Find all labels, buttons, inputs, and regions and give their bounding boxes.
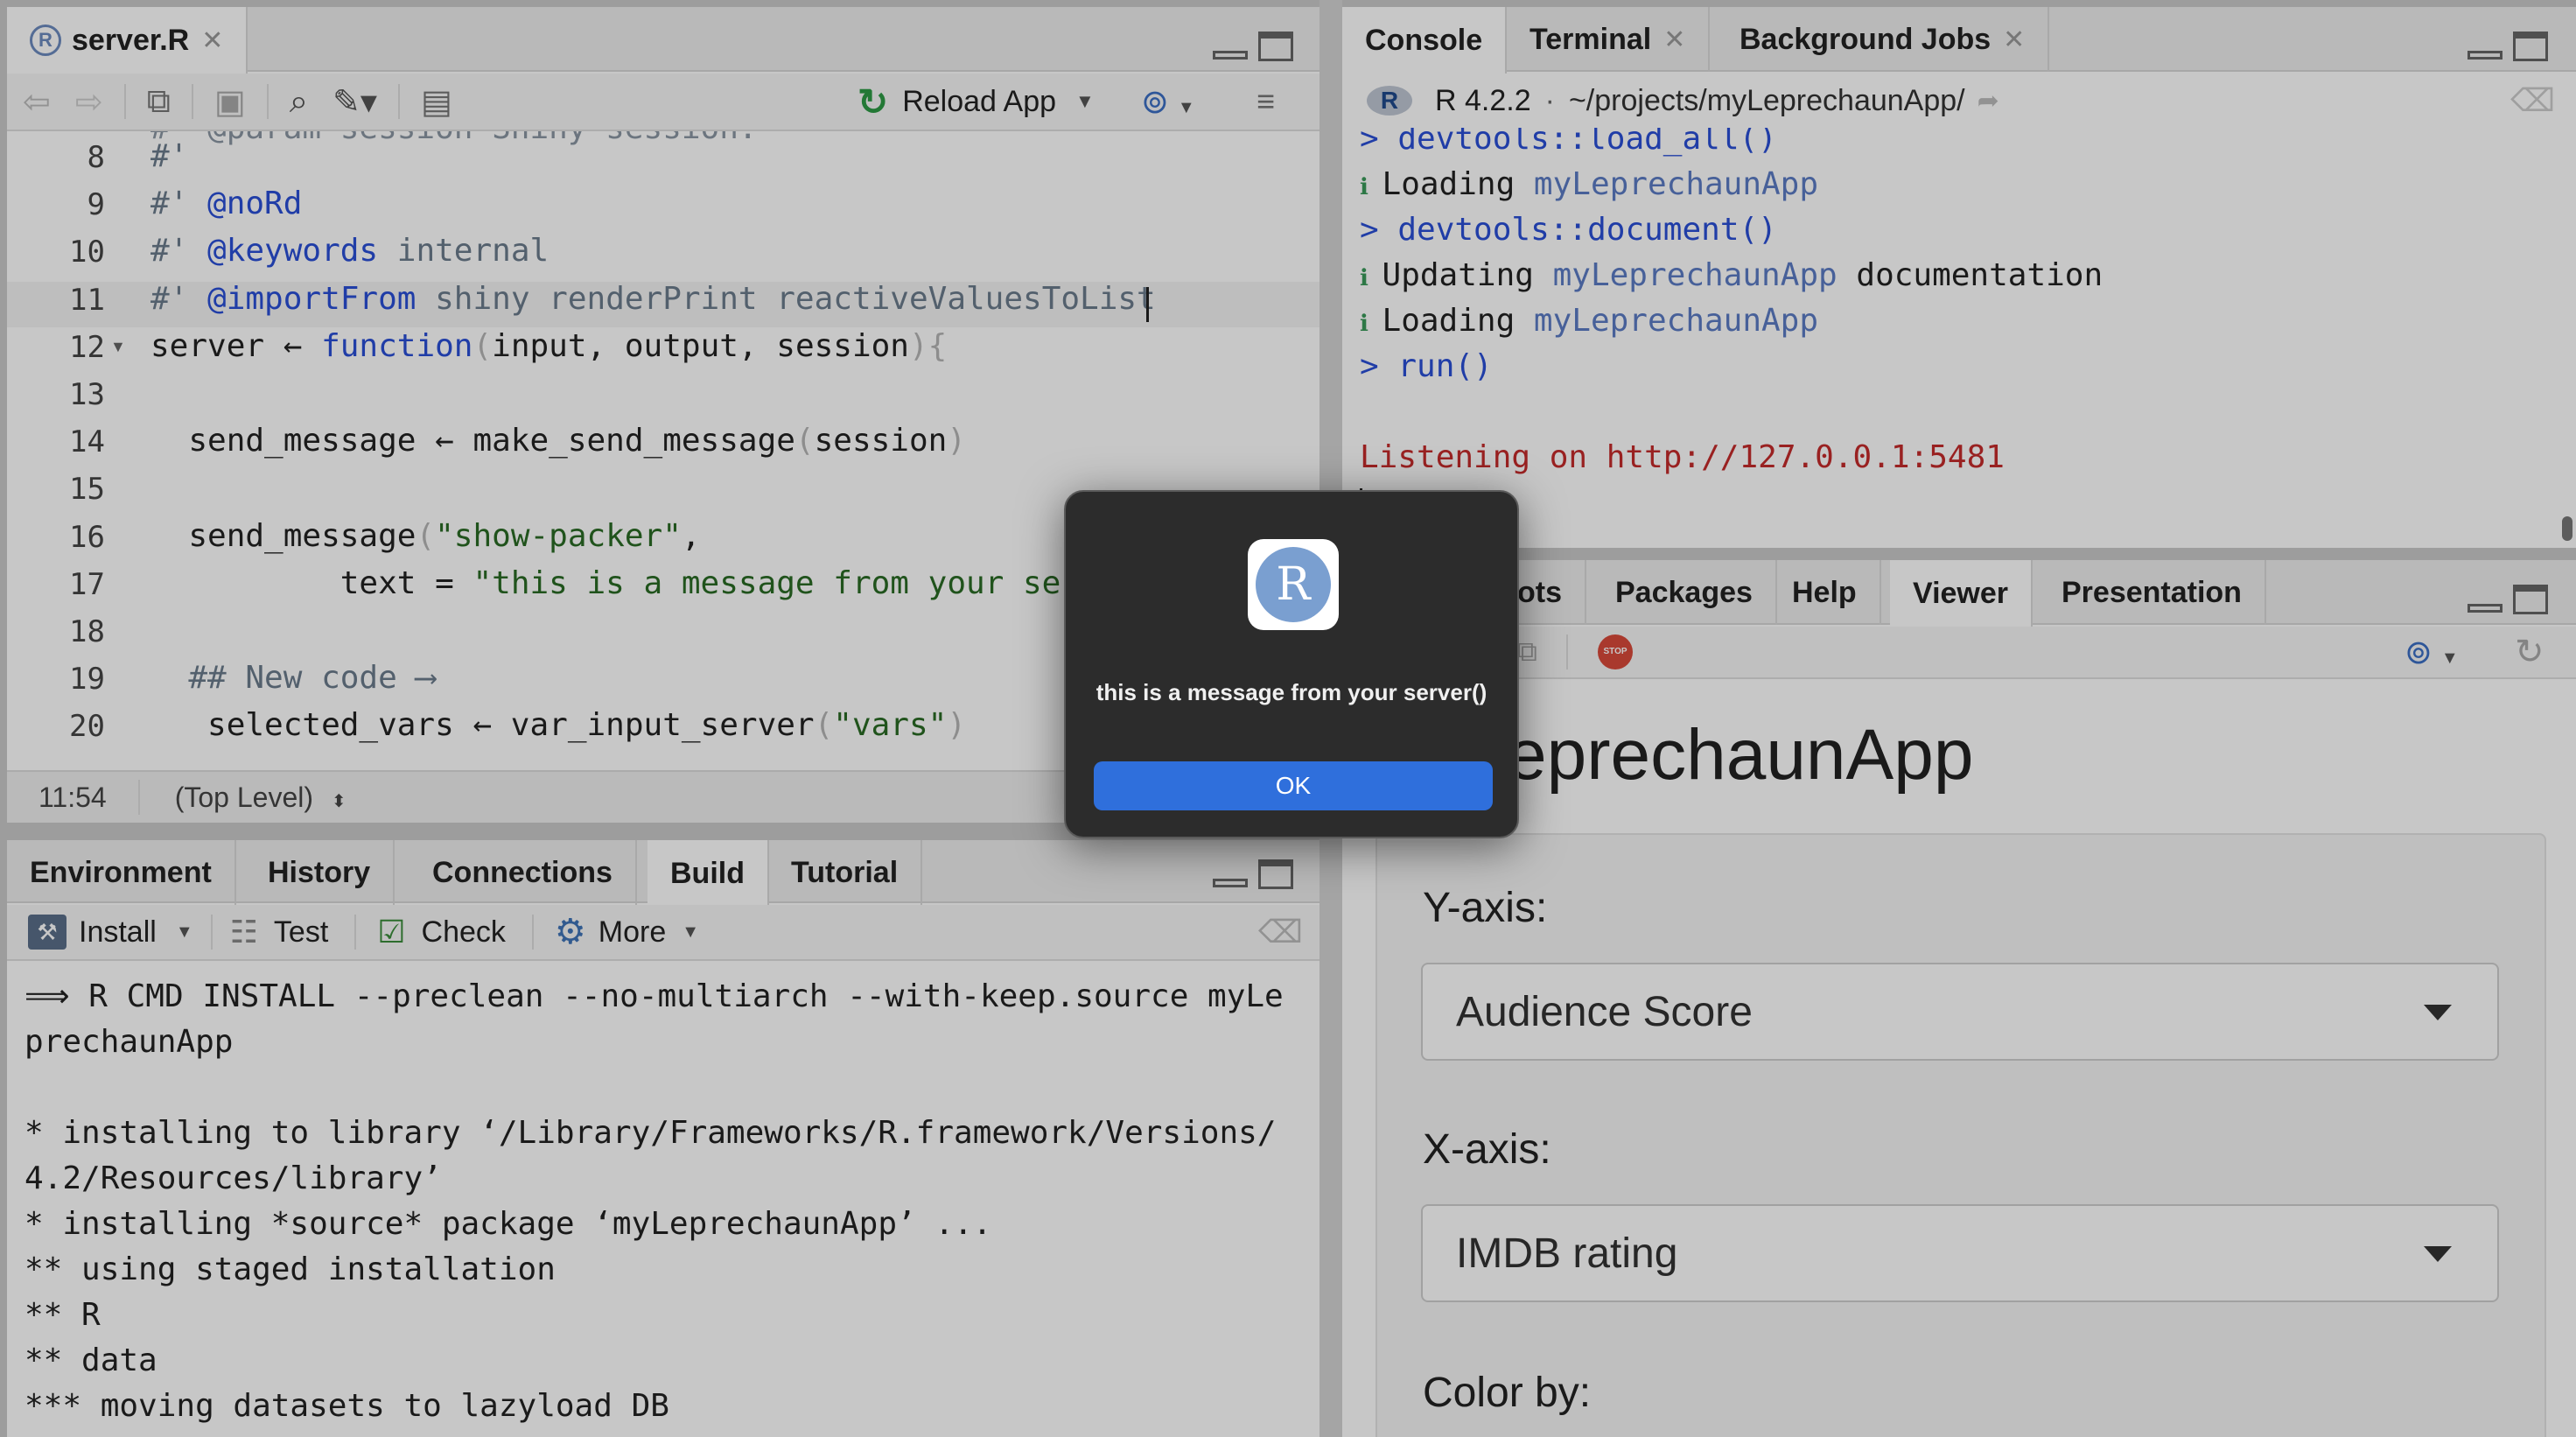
alert-dialog: R this is a message from your server() O… — [1064, 490, 1519, 838]
r-app-icon: R — [1248, 539, 1339, 630]
alert-message: this is a message from your server() — [1096, 679, 1488, 705]
ok-button[interactable]: OK — [1094, 761, 1493, 810]
r-logo-icon: R — [1256, 547, 1331, 622]
